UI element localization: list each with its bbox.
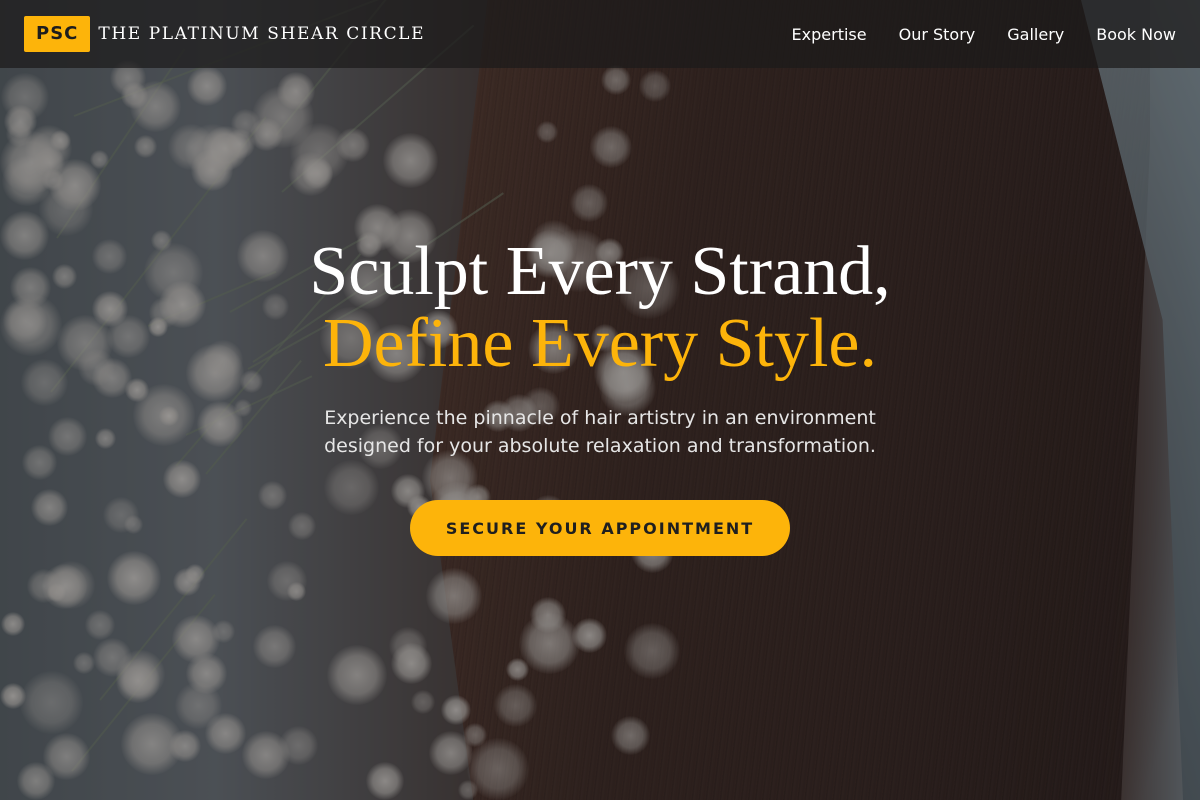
top-navigation: PSC THE PLATINUM SHEAR CIRCLE Expertise … [0, 0, 1200, 68]
nav-links: Expertise Our Story Gallery Book Now [792, 25, 1176, 44]
headline-line-1: Sculpt Every Strand, [309, 233, 891, 310]
secure-appointment-button[interactable]: SECURE YOUR APPOINTMENT [410, 500, 790, 556]
nav-link-our-story[interactable]: Our Story [899, 25, 976, 44]
logo-badge[interactable]: PSC [24, 16, 91, 52]
hero-content: Sculpt Every Strand, Define Every Style.… [0, 236, 1200, 556]
brand-name[interactable]: THE PLATINUM SHEAR CIRCLE [98, 24, 425, 44]
headline-line-2: Define Every Style. [323, 305, 877, 382]
hero-section: PSC THE PLATINUM SHEAR CIRCLE Expertise … [0, 0, 1200, 800]
nav-link-gallery[interactable]: Gallery [1007, 25, 1064, 44]
hero-subtext: Experience the pinnacle of hair artistry… [324, 407, 876, 457]
nav-link-book-now[interactable]: Book Now [1096, 25, 1176, 44]
hero-headline: Sculpt Every Strand, Define Every Style. [0, 236, 1200, 380]
nav-link-expertise[interactable]: Expertise [792, 25, 867, 44]
